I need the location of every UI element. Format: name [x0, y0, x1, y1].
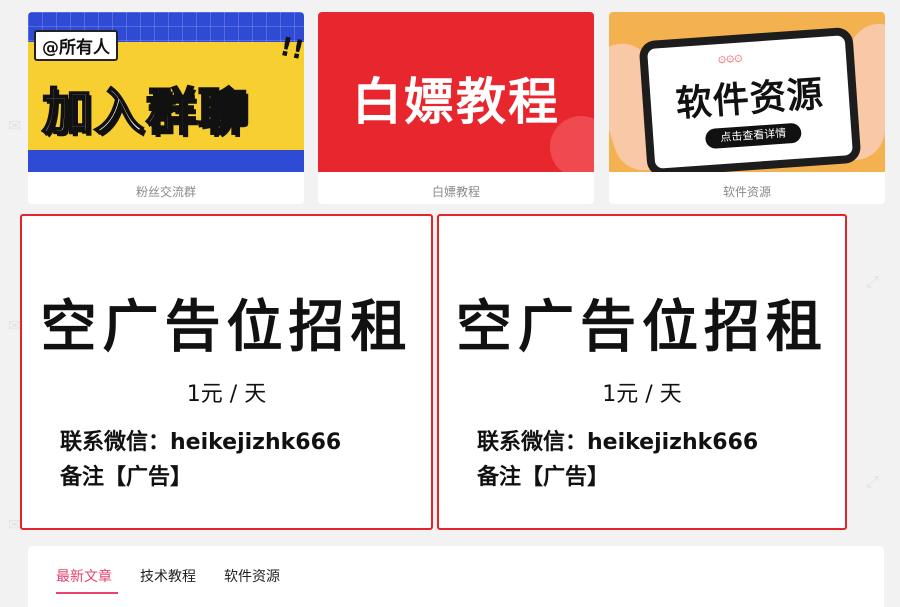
- ad-title: 空广告位招租: [456, 295, 828, 360]
- card-thumbnail[interactable]: @所有人 !! 加入群聊: [28, 12, 304, 172]
- card-caption[interactable]: 粉丝交流群: [28, 183, 304, 200]
- tab-latest-articles[interactable]: 最新文章: [56, 566, 112, 586]
- ad-price: 1元 / 天: [186, 382, 267, 407]
- card-caption[interactable]: 软件资源: [609, 183, 885, 200]
- article-tabs: 最新文章 技术教程 软件资源: [28, 546, 884, 607]
- mention-tag: @所有人: [34, 30, 118, 61]
- card-free-tutorials[interactable]: 白嫖教程 白嫖教程: [318, 12, 594, 204]
- sparkle-icon: ۞۞۞: [717, 48, 743, 67]
- ad-slot-left[interactable]: 空广告位招租 1元 / 天 联系微信：heikejizhk666 备注【广告】: [20, 214, 433, 530]
- card-thumbnail[interactable]: ۞۞۞ 软件资源 点击查看详情: [609, 12, 885, 172]
- card-caption[interactable]: 白嫖教程: [318, 183, 594, 200]
- ad-contact: 联系微信：heikejizhk666: [477, 430, 759, 455]
- ad-note: 备注【广告】: [60, 465, 193, 490]
- thumbnail-title: 白嫖教程: [352, 73, 560, 131]
- expand-icon: ⤢: [866, 272, 879, 291]
- active-tab-indicator: [56, 592, 118, 594]
- ad-note: 备注【广告】: [477, 465, 610, 490]
- ad-slot-right[interactable]: 空广告位招租 1元 / 天 联系微信：heikejizhk666 备注【广告】: [437, 214, 847, 530]
- ad-contact: 联系微信：heikejizhk666: [60, 430, 342, 455]
- card-software-resources[interactable]: ۞۞۞ 软件资源 点击查看详情 软件资源: [609, 12, 885, 204]
- phone-illustration: ۞۞۞ 软件资源 点击查看详情: [638, 26, 862, 172]
- thumbnail-title: 加入群聊: [41, 82, 250, 142]
- expand-icon: ⤢: [866, 472, 879, 491]
- thumbnail-title: 软件资源: [674, 73, 826, 126]
- ad-title: 空广告位招租: [40, 295, 413, 360]
- tab-tech-tutorials[interactable]: 技术教程: [140, 566, 196, 586]
- card-thumbnail[interactable]: 白嫖教程: [318, 12, 594, 172]
- mail-icon: ✉: [8, 116, 22, 135]
- card-fan-group[interactable]: @所有人 !! 加入群聊 粉丝交流群: [28, 12, 304, 204]
- details-pill: 点击查看详情: [704, 122, 802, 150]
- tab-software-resources[interactable]: 软件资源: [224, 566, 280, 586]
- exclamation-icon: !!: [277, 31, 304, 67]
- ad-price: 1元 / 天: [602, 382, 682, 407]
- phone-screen: ۞۞۞ 软件资源 点击查看详情: [647, 35, 853, 169]
